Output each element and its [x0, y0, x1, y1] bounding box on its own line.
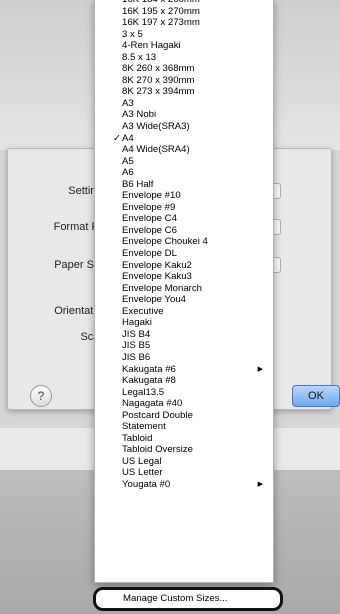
menu-item-label: B6 Half: [122, 178, 154, 190]
menu-item[interactable]: Envelope Kaku3: [95, 271, 273, 283]
menu-item-list: 16K 184 x 260mm16K 195 x 270mm16K 197 x …: [95, 0, 273, 491]
menu-item-label: 16K 197 x 273mm: [122, 17, 200, 29]
menu-item-label: A6: [122, 167, 134, 179]
scale-label: Scale: [8, 331, 108, 343]
menu-item-label: 4-Ren Hagaki: [122, 40, 181, 52]
menu-item[interactable]: A5: [95, 156, 273, 168]
menu-item-label: Legal13.5: [122, 386, 165, 398]
menu-item[interactable]: A3: [95, 98, 273, 110]
ok-button[interactable]: OK: [292, 385, 340, 407]
checkmark-icon: ✓: [113, 132, 122, 144]
menu-item[interactable]: 16K 195 x 270mm: [95, 6, 273, 18]
menu-item[interactable]: US Letter: [95, 467, 273, 479]
menu-item-label: Envelope You4: [122, 294, 187, 306]
menu-item-label: Envelope C4: [122, 213, 177, 225]
menu-item-label: A4: [122, 132, 134, 144]
menu-item[interactable]: Kakugata #6 ▶: [95, 364, 273, 376]
menu-item-label: JIS B4: [122, 328, 151, 340]
menu-item[interactable]: Postcard Double: [95, 410, 273, 422]
menu-item[interactable]: 4-Ren Hagaki: [95, 40, 273, 52]
menu-item[interactable]: Legal13.5: [95, 387, 273, 399]
submenu-arrow-icon: ▶: [257, 480, 263, 488]
menu-item[interactable]: Envelope Choukei 4: [95, 236, 273, 248]
menu-item[interactable]: Tabloid: [95, 433, 273, 445]
menu-item-label: Postcard Double: [122, 409, 193, 421]
menu-item[interactable]: US Legal: [95, 456, 273, 468]
menu-item[interactable]: 8K 273 x 394mm: [95, 86, 273, 98]
orientation-label: Orientation: [54, 305, 108, 317]
menu-item[interactable]: JIS B6: [95, 352, 273, 364]
paper-size-label: Paper Size: [54, 259, 108, 271]
menu-item-label: US Legal: [122, 455, 162, 467]
menu-item[interactable]: A3 Wide(SRA3): [95, 121, 273, 133]
menu-item[interactable]: Kakugata #8: [95, 375, 273, 387]
menu-item-label: Kakugata #6: [122, 363, 176, 375]
menu-item[interactable]: JIS B4: [95, 329, 273, 341]
menu-item-label: Envelope DL: [122, 248, 177, 260]
menu-item-label: 8K 270 x 390mm: [122, 74, 195, 86]
menu-item-label: A3 Wide(SRA3): [122, 121, 190, 133]
menu-item[interactable]: Envelope #9: [95, 202, 273, 214]
menu-item-label: JIS B6: [122, 351, 151, 363]
menu-item-label: Hagaki: [122, 317, 152, 329]
menu-item[interactable]: 3 x 5: [95, 29, 273, 41]
menu-item-label: A3 Nobi: [122, 109, 157, 121]
menu-item[interactable]: 8K 260 x 368mm: [95, 63, 273, 75]
menu-item[interactable]: Envelope C4: [95, 213, 273, 225]
menu-item-label: Envelope Kaku2: [122, 259, 192, 271]
menu-item[interactable]: B6 Half: [95, 179, 273, 191]
menu-item-label: 8K 260 x 368mm: [122, 63, 195, 75]
menu-item[interactable]: 16K 197 x 273mm: [95, 17, 273, 29]
menu-item[interactable]: A3 Nobi: [95, 109, 273, 121]
menu-item[interactable]: Envelope #10: [95, 190, 273, 202]
menu-item-label: Statement: [122, 421, 166, 433]
help-button[interactable]: ?: [30, 385, 52, 407]
menu-item[interactable]: Executive: [95, 306, 273, 318]
menu-item-label: 3 x 5: [122, 28, 143, 40]
menu-item-label: 16K 184 x 260mm: [122, 0, 200, 5]
menu-item[interactable]: Tabloid Oversize: [95, 444, 273, 456]
paper-size-popup-menu: 16K 184 x 260mm16K 195 x 270mm16K 197 x …: [94, 0, 274, 583]
menu-item[interactable]: Yougata #0 ▶: [95, 479, 273, 491]
menu-item-manage-custom-sizes[interactable]: Manage Custom Sizes...: [96, 590, 280, 608]
menu-item-label: A4 Wide(SRA4): [122, 144, 190, 156]
format-for-label: Format For: [53, 221, 108, 233]
menu-item[interactable]: Envelope C6: [95, 225, 273, 237]
menu-item-label: 16K 195 x 270mm: [122, 5, 200, 17]
menu-item-label: Kakugata #8: [122, 375, 176, 387]
menu-item-label: Envelope C6: [122, 224, 177, 236]
menu-item-label: A3: [122, 97, 134, 109]
menu-item-label: Tabloid Oversize: [122, 444, 193, 456]
menu-item[interactable]: Envelope DL: [95, 248, 273, 260]
menu-item[interactable]: Statement: [95, 421, 273, 433]
menu-item[interactable]: 8.5 x 13: [95, 52, 273, 64]
menu-item-label: Yougata #0: [122, 478, 171, 490]
menu-item[interactable]: A4 Wide(SRA4): [95, 144, 273, 156]
menu-item[interactable]: 8K 270 x 390mm: [95, 75, 273, 87]
settings-label: Settings: [68, 185, 108, 197]
menu-item-label: A5: [122, 155, 134, 167]
menu-item-label: 8.5 x 13: [122, 51, 157, 63]
menu-item-label: US Letter: [122, 467, 163, 479]
menu-item-label: Envelope Kaku3: [122, 271, 192, 283]
manage-custom-sizes-highlight: Manage Custom Sizes...: [93, 587, 283, 611]
menu-item[interactable]: A6: [95, 167, 273, 179]
menu-item-label: Nagagata #40: [122, 398, 183, 410]
menu-item[interactable]: Nagagata #40: [95, 398, 273, 410]
menu-item-label: Envelope #9: [122, 201, 176, 213]
menu-item-label: JIS B5: [122, 340, 151, 352]
menu-item-label: 8K 273 x 394mm: [122, 86, 195, 98]
menu-item[interactable]: ✓ A4: [95, 133, 273, 145]
menu-item[interactable]: JIS B5: [95, 340, 273, 352]
menu-item[interactable]: Envelope Monarch: [95, 283, 273, 295]
menu-item-label: Executive: [122, 305, 164, 317]
menu-item[interactable]: Envelope Kaku2: [95, 260, 273, 272]
menu-item-label: Envelope #10: [122, 190, 181, 202]
menu-item[interactable]: Hagaki: [95, 317, 273, 329]
menu-item-label: Envelope Monarch: [122, 282, 202, 294]
menu-item-label: Envelope Choukei 4: [122, 236, 208, 248]
submenu-arrow-icon: ▶: [257, 365, 263, 373]
menu-item-label: Tabloid: [122, 432, 153, 444]
menu-item[interactable]: Envelope You4: [95, 294, 273, 306]
